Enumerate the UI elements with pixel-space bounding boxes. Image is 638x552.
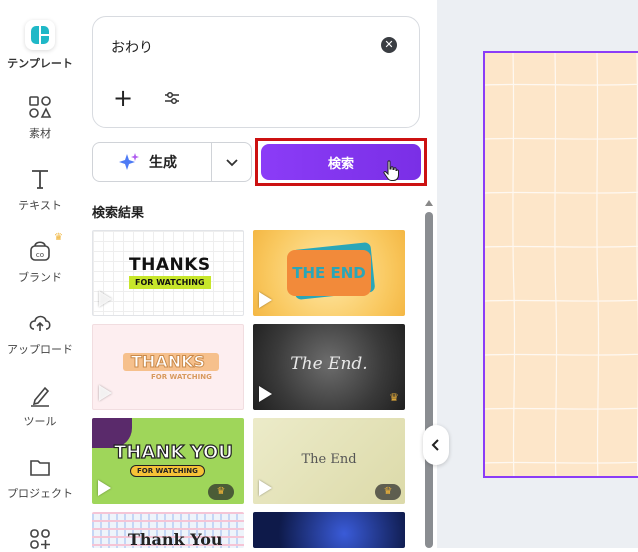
collapse-panel-button[interactable] — [423, 425, 449, 465]
grid-pattern — [485, 53, 638, 476]
rail-label-elements: 素材 — [29, 127, 51, 140]
results-title: 検索結果 — [92, 206, 145, 221]
results-scrollbar[interactable] — [424, 200, 434, 548]
search-input[interactable]: おわり — [111, 37, 153, 57]
svg-text:co: co — [36, 251, 44, 259]
template-thumbnail[interactable] — [253, 512, 405, 548]
hand-cursor-icon — [383, 160, 399, 181]
scroll-up-icon[interactable] — [425, 200, 433, 206]
rail-item-templates[interactable]: テンプレート — [0, 20, 80, 71]
rail-item-brand[interactable]: ♛ co ブランド — [0, 232, 80, 285]
upload-icon — [29, 315, 51, 331]
rail-item-text[interactable]: テキスト — [0, 166, 80, 213]
thumbnail-subtitle: FOR WATCHING — [130, 465, 205, 477]
thumbnail-title: Thank You — [128, 530, 223, 548]
text-icon — [32, 170, 48, 189]
rail-label-uploads: アップロード — [7, 343, 73, 356]
thumbnail-title: THANKS — [131, 352, 206, 372]
template-thumbnail[interactable]: Thank You — [92, 512, 244, 548]
folder-icon — [30, 460, 50, 476]
template-icon — [25, 20, 55, 50]
generate-dropdown[interactable] — [211, 142, 252, 182]
template-thumbnail[interactable]: THANK YOU FOR WATCHING ♛ — [92, 418, 244, 504]
thumbnail-subtitle: FOR WATCHING — [129, 276, 211, 289]
apps-icon — [30, 529, 50, 549]
rail-item-tools[interactable]: ツール — [0, 382, 80, 429]
rail-label-projects: プロジェクト — [7, 487, 73, 500]
search-box[interactable]: おわり ✕ + — [92, 16, 420, 128]
rail-item-elements[interactable]: 素材 — [0, 94, 80, 141]
search-button-highlight: 検索 — [255, 138, 427, 186]
crown-icon: ♛ — [375, 484, 401, 500]
play-icon — [259, 480, 272, 496]
template-thumbnail[interactable]: THANKS FOR WATCHING — [92, 324, 244, 410]
rail-label-text: テキスト — [18, 199, 62, 212]
template-thumbnail[interactable]: THE END — [253, 230, 405, 316]
thumbnail-subtitle: FOR WATCHING — [151, 373, 212, 381]
rail-label-brand: ブランド — [18, 271, 62, 284]
play-icon — [98, 480, 111, 496]
crown-icon: ♛ — [208, 484, 234, 500]
chevron-left-icon — [431, 439, 439, 451]
template-thumbnail[interactable]: THANKS FOR WATCHING — [92, 230, 244, 316]
thumbnail-title: The End. — [290, 354, 368, 374]
filter-icon[interactable] — [163, 89, 181, 107]
thumbnail-title: THANKS — [129, 255, 211, 275]
generate-button[interactable]: 生成 — [92, 142, 212, 182]
template-thumbnail[interactable]: The End. ♛ — [253, 324, 405, 410]
generate-label: 生成 — [149, 155, 177, 171]
rail-label-templates: テンプレート — [7, 57, 73, 70]
search-button[interactable]: 検索 — [261, 144, 421, 181]
plus-icon[interactable]: + — [113, 86, 133, 110]
crown-icon: ♛ — [389, 391, 399, 404]
templates-panel: おわり ✕ + 生成 検索 検索結果 THANKS FOR WATCHING T… — [80, 0, 437, 548]
search-button-label: 検索 — [327, 156, 354, 172]
thumbnail-title: THANK YOU — [113, 441, 233, 463]
thumbnail-title: The End — [301, 452, 357, 467]
design-page[interactable] — [483, 51, 638, 478]
rail-item-projects[interactable]: プロジェクト — [0, 454, 80, 501]
rail-item-apps[interactable] — [0, 526, 80, 552]
side-rail: テンプレート 素材 テキスト ♛ co ブランド アップロード ツール プロジェ… — [0, 0, 80, 549]
thumbnail-title: THE END — [292, 264, 366, 282]
elements-icon — [29, 96, 52, 118]
close-icon[interactable]: ✕ — [381, 37, 397, 53]
play-icon — [259, 386, 272, 402]
scroll-thumb[interactable] — [425, 212, 433, 548]
draw-tool-icon — [31, 386, 50, 407]
sparkle-icon — [119, 153, 139, 170]
chevron-down-icon — [225, 159, 238, 167]
rail-label-tools: ツール — [23, 415, 57, 428]
play-icon — [99, 385, 112, 401]
brand-icon: co — [30, 241, 50, 261]
template-thumbnail[interactable]: The End ♛ — [253, 418, 405, 504]
crown-icon: ♛ — [54, 232, 63, 243]
play-icon — [99, 291, 112, 307]
play-icon — [259, 292, 272, 308]
rail-item-uploads[interactable]: アップロード — [0, 310, 80, 357]
